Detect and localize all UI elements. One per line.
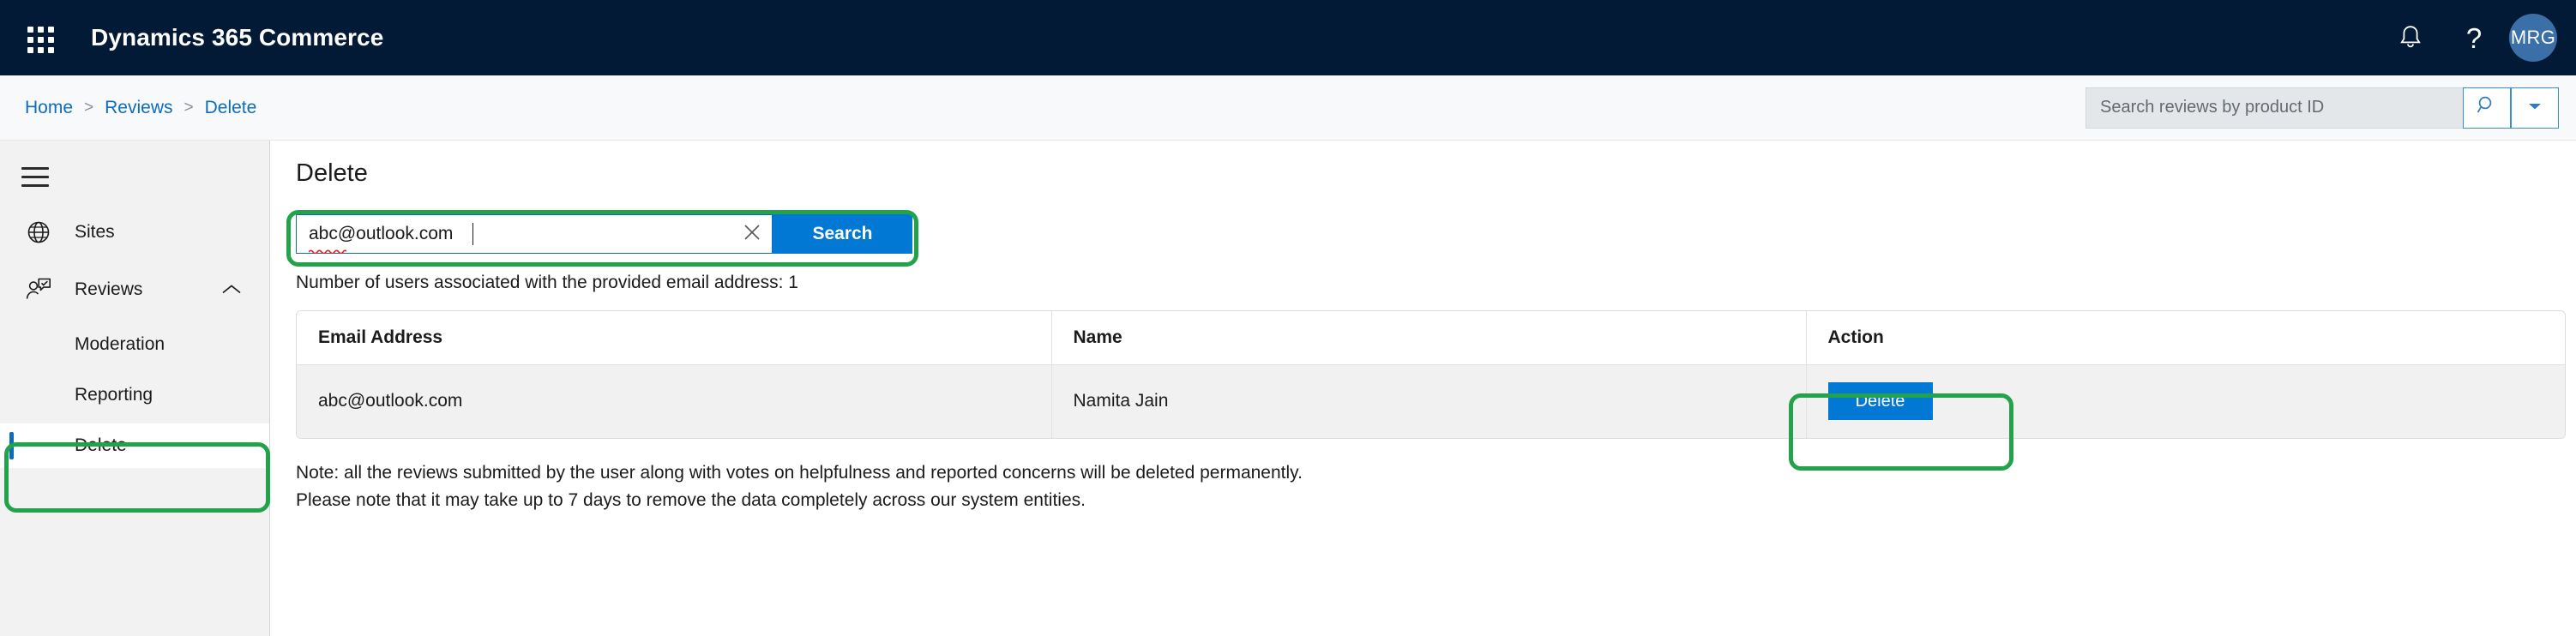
chevron-up-icon[interactable] [220, 283, 243, 297]
app-root: Dynamics 365 Commerce ? MRG Home > Revie… [0, 0, 2576, 636]
main-content: Delete abc@outlook.com Search Number of … [271, 141, 2576, 636]
top-navigation-bar: Dynamics 365 Commerce ? MRG [0, 0, 2576, 75]
help-button[interactable]: ? [2442, 0, 2506, 75]
table-header-row: Email Address Name Action [297, 311, 2565, 365]
column-header-name: Name [1050, 311, 1806, 365]
breadcrumb-item-delete[interactable]: Delete [205, 98, 257, 118]
global-search-input[interactable] [2085, 87, 2463, 129]
breadcrumb-item-reviews[interactable]: Reviews [105, 98, 172, 118]
sidebar-item-reviews[interactable]: Reviews [0, 267, 269, 313]
chevron-down-icon [2527, 100, 2543, 116]
sidebar: Sites Reviews Moderation Reporting Delet… [0, 141, 270, 636]
avatar[interactable]: MRG [2509, 14, 2557, 62]
global-search-dropdown-button[interactable] [2511, 87, 2559, 129]
sidebar-item-moderation[interactable]: Moderation [0, 322, 269, 367]
globe-icon [21, 219, 56, 245]
column-header-email-address: Email Address [297, 311, 1051, 365]
user-count-text: Number of users associated with the prov… [296, 273, 798, 292]
table-header: Email Address Name Action [297, 311, 2565, 365]
hamburger-menu-icon[interactable] [11, 153, 59, 201]
notifications-button[interactable] [2379, 0, 2442, 75]
close-x-icon [743, 223, 761, 246]
sidebar-item-label: Sites [75, 222, 115, 242]
breadcrumb-separator: > [84, 98, 94, 117]
cell-name: Namita Jain [1050, 364, 1806, 438]
sidebar-item-delete[interactable]: Delete [0, 423, 269, 468]
cell-email-address: abc@outlook.com [297, 364, 1051, 438]
waffle-grid-icon[interactable] [20, 19, 57, 57]
app-title: Dynamics 365 Commerce [91, 24, 384, 51]
table-body: abc@outlook.com Namita Jain Delete [297, 364, 2565, 438]
column-header-action: Action [1805, 311, 2565, 365]
breadcrumb: Home > Reviews > Delete [25, 98, 256, 118]
cell-action: Delete [1805, 364, 2565, 438]
table-row: abc@outlook.com Namita Jain Delete [297, 364, 2565, 438]
row-delete-button[interactable]: Delete [1827, 382, 1933, 421]
person-review-icon [21, 277, 56, 303]
sidebar-item-label: Moderation [75, 334, 166, 354]
page-title: Delete [296, 159, 368, 187]
bell-icon [2398, 24, 2423, 51]
magnifier-icon [2477, 95, 2497, 120]
search-button[interactable]: Search [773, 214, 912, 254]
email-search-input[interactable] [297, 215, 732, 253]
sidebar-item-reporting[interactable]: Reporting [0, 373, 269, 417]
question-mark-icon: ? [2465, 21, 2483, 54]
email-search-field [296, 214, 773, 255]
breadcrumb-separator: > [184, 98, 194, 117]
text-caret [472, 223, 473, 245]
global-search [2085, 87, 2559, 129]
clear-search-button[interactable] [732, 215, 772, 253]
sidebar-item-label: Reviews [75, 279, 143, 299]
breadcrumb-bar: Home > Reviews > Delete [0, 75, 2576, 141]
sidebar-item-sites[interactable]: Sites [0, 209, 269, 255]
top-navigation-actions: ? MRG [2379, 0, 2576, 75]
sidebar-item-label: Delete [75, 435, 127, 455]
note-text: Note: all the reviews submitted by the u… [296, 463, 1303, 510]
sidebar-item-label: Reporting [75, 385, 153, 405]
breadcrumb-item-home[interactable]: Home [25, 98, 73, 118]
global-search-submit-button[interactable] [2463, 87, 2511, 129]
users-table-container: Email Address Name Action abc@outlook.co… [296, 310, 2566, 439]
email-search-row: Search [296, 214, 912, 255]
users-table: Email Address Name Action abc@outlook.co… [297, 311, 2565, 438]
